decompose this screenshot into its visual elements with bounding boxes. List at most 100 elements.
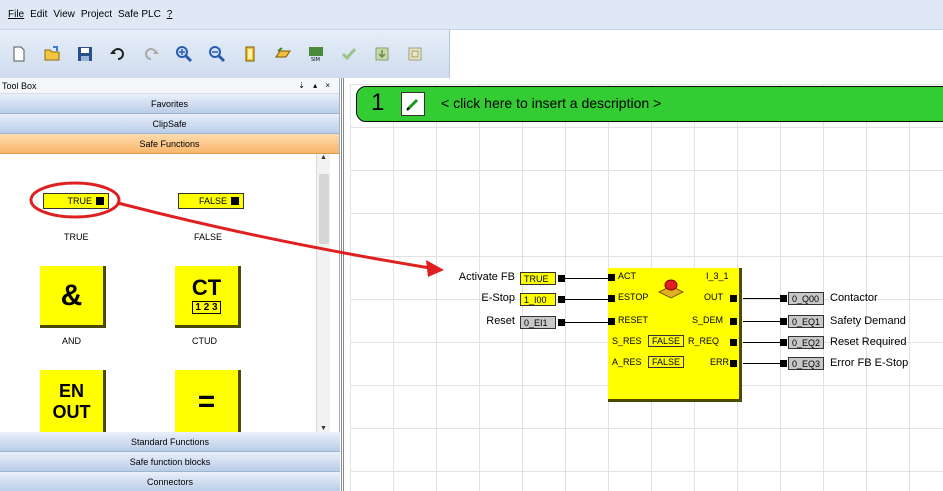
wire xyxy=(743,298,780,299)
network-description[interactable]: < click here to insert a description > xyxy=(441,95,661,111)
port-a-res: A_RES xyxy=(612,357,642,367)
palette-and-label: AND xyxy=(62,336,82,346)
palette-en-out-block[interactable]: EN OUT xyxy=(40,370,106,432)
palette-scrollbar[interactable]: ▲ ▼ xyxy=(316,154,330,432)
scroll-thumb[interactable] xyxy=(319,174,329,244)
new-file-icon[interactable] xyxy=(8,43,30,65)
wire xyxy=(565,322,608,323)
port-err: ERR xyxy=(710,357,730,367)
menu-view[interactable]: View xyxy=(53,9,75,20)
output-pin xyxy=(558,319,565,326)
input-var-1-i00[interactable]: 1_I00 xyxy=(520,293,556,306)
input-pin xyxy=(608,318,615,325)
palette-safe-functions: TRUE TRUE FALSE FALSE & AND CT 1 2 3 CTU… xyxy=(0,154,330,432)
port-act: ACT xyxy=(618,271,636,281)
menu-edit[interactable]: Edit xyxy=(30,9,47,20)
input-label-activate-fb: Activate FB xyxy=(458,271,515,283)
out-symbol: OUT xyxy=(52,401,91,422)
true-box-text: TRUE xyxy=(67,196,93,206)
wire xyxy=(743,342,780,343)
output-label-safety-demand: Safety Demand xyxy=(830,315,906,327)
wire xyxy=(565,299,608,300)
en-symbol: EN xyxy=(58,380,84,401)
emergency-stop-icon xyxy=(656,276,686,300)
category-standard-functions[interactable]: Standard Functions xyxy=(0,432,340,452)
const-a-res[interactable]: FALSE xyxy=(648,356,685,368)
input-pin xyxy=(780,339,787,346)
category-safe-functions[interactable]: Safe Functions xyxy=(0,134,339,154)
input-pin xyxy=(608,274,615,281)
input-pin xyxy=(608,295,615,302)
input-pin xyxy=(780,318,787,325)
menu-file[interactable]: File xyxy=(8,9,24,20)
palette-ctud-block[interactable]: CT 1 2 3 xyxy=(175,266,241,328)
menu-safe-plc[interactable]: Safe PLC xyxy=(118,9,161,20)
output-var-0-eq2[interactable]: 0_EQ2 xyxy=(788,336,824,349)
svg-text:SIM: SIM xyxy=(311,57,320,63)
wire xyxy=(743,363,780,364)
download-icon[interactable] xyxy=(371,43,393,65)
compile-icon[interactable] xyxy=(272,43,294,65)
wire xyxy=(743,321,780,322)
network-header[interactable]: 1 < click here to insert a description > xyxy=(356,86,943,122)
menu-help[interactable]: ? xyxy=(167,9,173,20)
input-var-true[interactable]: TRUE xyxy=(520,272,556,285)
output-var-0-q00[interactable]: 0_Q00 xyxy=(788,292,824,305)
input-label-e-stop: E-Stop xyxy=(481,292,515,304)
false-box-text: FALSE xyxy=(198,196,227,206)
check-icon[interactable] xyxy=(338,43,360,65)
zoom-in-icon[interactable] xyxy=(173,43,195,65)
toolbox-title-bar: Tool Box ⇣ ▴ × xyxy=(0,78,339,94)
redo-icon[interactable] xyxy=(140,43,162,65)
toolbox-window-controls[interactable]: ⇣ ▴ × xyxy=(298,81,339,90)
output-pin xyxy=(558,296,565,303)
editor-canvas[interactable]: 1 < click here to insert a description >… xyxy=(341,78,943,491)
fit-icon[interactable] xyxy=(404,43,426,65)
input-var-0-ei1[interactable]: 0_EI1 xyxy=(520,316,556,329)
zoom-out-icon[interactable] xyxy=(206,43,228,65)
toolbox-title: Tool Box xyxy=(2,80,37,91)
port-reset: RESET xyxy=(618,315,649,325)
menu-project[interactable]: Project xyxy=(81,9,112,20)
category-favorites[interactable]: Favorites xyxy=(0,94,339,114)
output-label-error-fb-estop: Error FB E-Stop xyxy=(830,357,909,369)
category-safe-function-blocks[interactable]: Safe function blocks xyxy=(0,452,340,472)
open-folder-icon[interactable] xyxy=(41,43,63,65)
equal-symbol: = xyxy=(197,384,216,418)
palette-false-constant[interactable]: FALSE xyxy=(178,193,244,209)
save-icon[interactable] xyxy=(74,43,96,65)
and-symbol: & xyxy=(60,278,83,312)
output-pin xyxy=(730,318,737,325)
ctud-symbol: CT xyxy=(191,275,222,300)
toolbox-panel: Tool Box ⇣ ▴ × Favorites ClipSafe Safe F… xyxy=(0,78,340,491)
menu-bar: File Edit View Project Safe PLC ? xyxy=(0,0,943,30)
ctud-digits: 1 2 3 xyxy=(192,301,221,314)
simulate-icon[interactable]: SIM xyxy=(305,43,327,65)
const-s-res[interactable]: FALSE xyxy=(648,335,685,347)
category-connectors[interactable]: Connectors xyxy=(0,472,340,491)
estop-function-block[interactable]: ACT I_3_1 ESTOP OUT RESET S_DEM S_RES FA… xyxy=(608,268,742,402)
undo-icon[interactable] xyxy=(107,43,129,65)
palette-and-block[interactable]: & xyxy=(40,266,106,328)
library-icon[interactable] xyxy=(239,43,261,65)
port-s-dem: S_DEM xyxy=(692,315,724,325)
scroll-down-icon[interactable]: ▼ xyxy=(317,425,330,432)
palette-ctud-label: CTUD xyxy=(192,336,217,346)
palette-true-constant[interactable]: TRUE xyxy=(43,193,109,209)
port-r-req: R_REQ xyxy=(688,336,720,346)
scroll-up-icon[interactable]: ▲ xyxy=(317,154,330,161)
output-label-contactor: Contactor xyxy=(830,292,878,304)
palette-equal-block[interactable]: = xyxy=(175,370,241,432)
port-s-res: S_RES xyxy=(612,336,642,346)
pencil-icon[interactable] xyxy=(401,92,425,116)
output-pin xyxy=(231,197,239,205)
output-var-0-eq3[interactable]: 0_EQ3 xyxy=(788,357,824,370)
output-label-reset-required: Reset Required xyxy=(830,336,907,348)
port-estop: ESTOP xyxy=(618,292,649,302)
output-pin xyxy=(96,197,104,205)
output-var-0-eq1[interactable]: 0_EQ1 xyxy=(788,315,824,328)
category-clipsafe[interactable]: ClipSafe xyxy=(0,114,339,134)
palette-false-label: FALSE xyxy=(194,232,223,242)
toolbar-empty-area xyxy=(450,30,943,78)
fb-instance-name: I_3_1 xyxy=(706,271,729,281)
